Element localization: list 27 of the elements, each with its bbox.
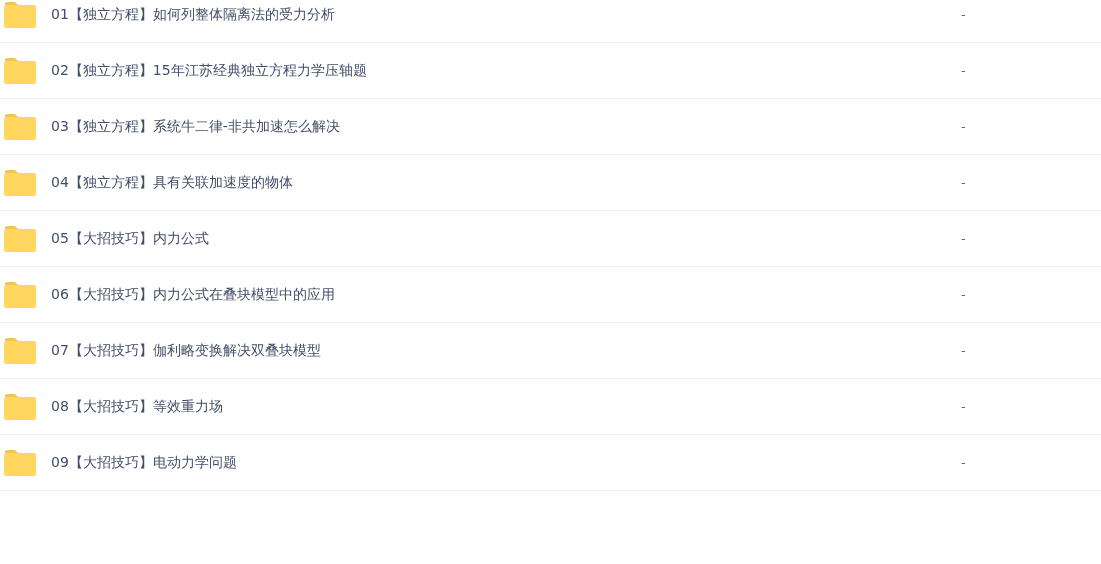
file-size: - xyxy=(961,285,966,304)
file-size: - xyxy=(961,61,966,80)
file-name[interactable]: 05【大招技巧】内力公式 xyxy=(51,228,931,249)
file-name[interactable]: 07【大招技巧】伽利略变换解决双叠块模型 xyxy=(51,340,931,361)
file-size: - xyxy=(961,341,966,360)
folder-icon xyxy=(4,169,36,196)
file-size: - xyxy=(961,5,966,24)
file-name[interactable]: 06【大招技巧】内力公式在叠块模型中的应用 xyxy=(51,284,931,305)
file-name[interactable]: 09【大招技巧】电动力学问题 xyxy=(51,452,931,473)
folder-icon xyxy=(4,57,36,84)
file-size: - xyxy=(961,229,966,248)
file-size: - xyxy=(961,117,966,136)
file-name[interactable]: 04【独立方程】具有关联加速度的物体 xyxy=(51,172,931,193)
folder-icon xyxy=(4,337,36,364)
file-size: - xyxy=(961,397,966,416)
file-size: - xyxy=(961,453,966,472)
folder-icon xyxy=(4,281,36,308)
file-name[interactable]: 01【独立方程】如何列整体隔离法的受力分析 xyxy=(51,4,931,25)
folder-icon xyxy=(4,393,36,420)
file-name[interactable]: 03【独立方程】系统牛二律-非共加速怎么解决 xyxy=(51,116,931,137)
folder-icon xyxy=(4,113,36,140)
file-name[interactable]: 08【大招技巧】等效重力场 xyxy=(51,396,931,417)
folder-icon xyxy=(4,449,36,476)
file-size: - xyxy=(961,173,966,192)
folder-icon xyxy=(4,225,36,252)
file-name[interactable]: 02【独立方程】15年江苏经典独立方程力学压轴题 xyxy=(51,60,931,81)
folder-icon xyxy=(4,1,36,28)
